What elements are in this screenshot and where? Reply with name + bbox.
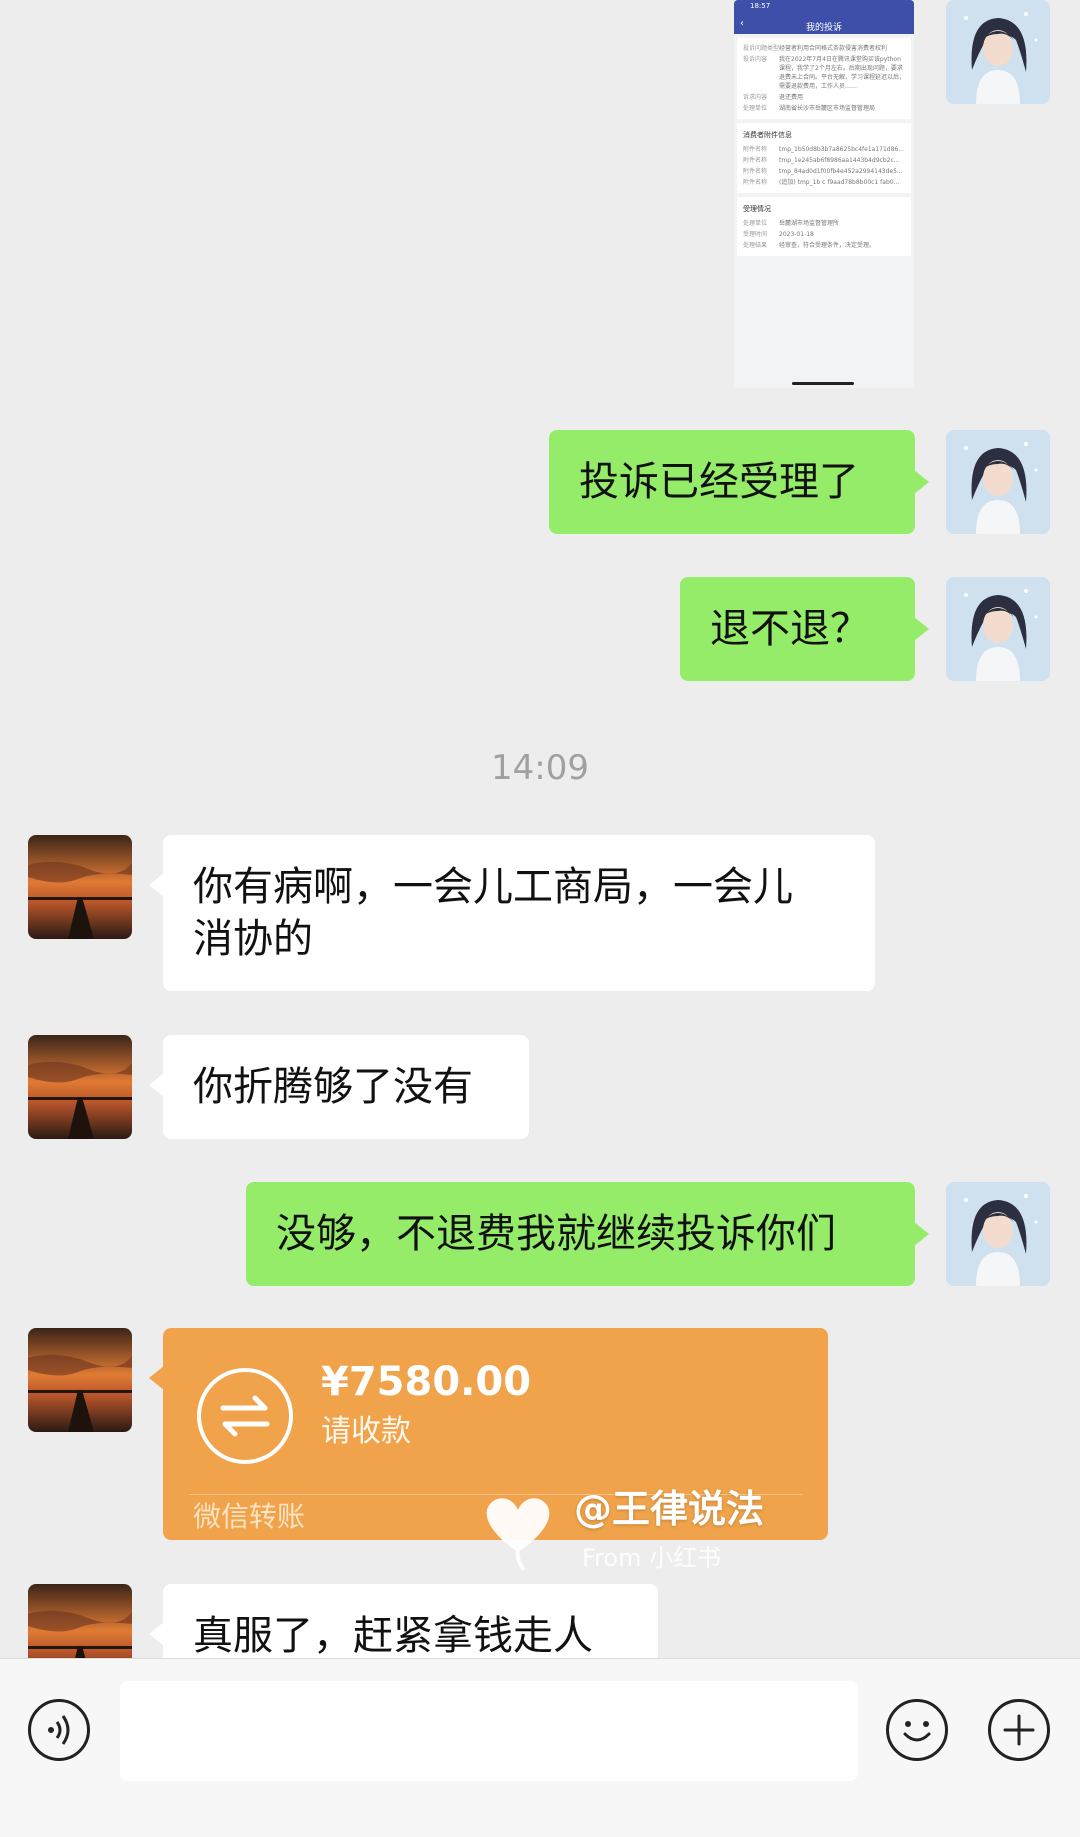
- screenshot-value: tmp_84ad0d1f00fb4e452a2994143de5...: [779, 168, 903, 175]
- screenshot-label: 附件名称: [743, 179, 768, 186]
- screenshot-status-time: 18:57: [750, 2, 771, 10]
- my-avatar[interactable]: [946, 430, 1050, 534]
- screenshot-value: tmp_1e245ab6f8986aa1443b4d9cb2c...: [779, 157, 900, 164]
- plus-button[interactable]: [988, 1699, 1050, 1761]
- message-bubble-them[interactable]: 你有病啊，一会儿工商局，一会儿 消协的: [149, 835, 875, 991]
- screenshot-value: 经营者利用合同格式条款侵害消费者权利: [779, 45, 888, 52]
- message-bubble-them[interactable]: 你折腾够了没有: [149, 1035, 529, 1139]
- voice-button[interactable]: [28, 1699, 90, 1761]
- transfer-subtitle: 请收款: [321, 1414, 411, 1449]
- my-avatar[interactable]: [946, 0, 1050, 104]
- message-bubble-me[interactable]: 投诉已经受理了: [549, 430, 929, 534]
- screenshot-card-complaint: 投诉问题类型 经营者利用合同格式条款侵害消费者权利 投诉内容 我在2022年7月4日…: [737, 38, 911, 119]
- xiaohongshu-logo-icon: [486, 1498, 550, 1572]
- screenshot-header: 18:57 ‹ 我的投诉: [734, 0, 914, 34]
- message-text: 退不退？: [710, 606, 870, 652]
- screenshot-label: 受理时间: [743, 231, 768, 238]
- message-text-line: 消协的: [193, 916, 313, 962]
- message-text: 没够，不退费我就继续投诉你们: [276, 1211, 836, 1257]
- contact-avatar[interactable]: [28, 835, 132, 939]
- input-bar: [0, 1658, 1080, 1837]
- transfer-icon: [197, 1368, 293, 1464]
- girl-avatar-icon: [946, 1182, 1050, 1286]
- watermark-name: @王律说法: [574, 1487, 765, 1531]
- screenshot-label: 处理单位: [743, 105, 768, 112]
- contact-avatar[interactable]: [28, 1328, 132, 1432]
- watermark: @王律说法 From 小红书: [478, 1478, 808, 1582]
- screenshot-value: 湖南省长沙市岳麓区市场监督管理局: [779, 105, 876, 112]
- girl-avatar-icon: [946, 0, 1050, 104]
- message-input[interactable]: [120, 1681, 858, 1781]
- screenshot-title: 我的投诉: [805, 23, 842, 33]
- screenshot-value: 岳麓湖市场监督管理所: [779, 220, 840, 227]
- screenshot-section-title: 消费者附件信息: [743, 131, 792, 139]
- complaint-screenshot-image[interactable]: 18:57 ‹ 我的投诉 投诉问题类型 经营者利用合同格式条款侵害消费者权利 投诉…: [734, 0, 914, 388]
- message-text-line: 你有病啊，一会儿工商局，一会儿: [193, 864, 793, 910]
- my-avatar[interactable]: [946, 577, 1050, 681]
- emoji-icon: [903, 1721, 931, 1742]
- emoji-button[interactable]: [886, 1699, 948, 1761]
- my-avatar[interactable]: [946, 1182, 1050, 1286]
- screenshot-label: 处理结果: [743, 242, 768, 249]
- girl-avatar-icon: [946, 430, 1050, 534]
- contact-avatar[interactable]: [28, 1035, 132, 1139]
- screenshot-section-title: 受理情况: [743, 205, 771, 213]
- screenshot-value: tmp_1b50d8b3b7a8625bc4fe1a171d86...: [779, 146, 904, 153]
- screenshot-label: 投诉内容: [743, 56, 768, 63]
- sunset-avatar-icon: [28, 1035, 132, 1139]
- contact-avatar[interactable]: [28, 1584, 132, 1658]
- sunset-avatar-icon: [28, 835, 132, 939]
- plus-icon: [1003, 1714, 1035, 1746]
- screenshot-label: 附件名称: [743, 146, 768, 153]
- girl-avatar-icon: [946, 577, 1050, 681]
- message-text: 你折腾够了没有: [193, 1064, 473, 1110]
- sunset-avatar-icon: [28, 1328, 132, 1432]
- transfer-label: 微信转账: [193, 1500, 306, 1533]
- chat-timestamp: 14:09: [491, 748, 589, 788]
- home-indicator: [792, 382, 854, 385]
- screenshot-card-handling: 受理情况 处理单位 岳麓湖市场监督管理所 受理时间 2023-01-18 处理结果 经…: [737, 197, 911, 256]
- screenshot-value: 退还费用: [779, 94, 804, 101]
- screenshot-value: 我在2022年7月4日在腾讯课堂购买该python课程，我学了2个月左右。后期出…: [779, 56, 906, 90]
- screenshot-value: 2023-01-18: [779, 231, 814, 238]
- screenshot-label: 附件名称: [743, 157, 768, 164]
- message-text: 投诉已经受理了: [579, 459, 859, 505]
- transfer-amount: ¥7580.00: [321, 1359, 532, 1405]
- voice-icon: [48, 1715, 70, 1745]
- screenshot-label: 附件名称: [743, 168, 768, 175]
- screenshot-label: 投诉问题类型: [743, 45, 780, 52]
- screenshot-card-attachments: 消费者附件信息 附件名称 tmp_1b50d8b3b7a8625bc4fe1a17…: [737, 123, 911, 193]
- screenshot-value: (追加) tmp_1b c f9aad78b8b00c1 fab0...: [779, 179, 900, 186]
- message-text: 真服了，赶紧拿钱走人: [193, 1613, 593, 1659]
- screenshot-value: 经审查，符合受理条件，决定受理。: [779, 242, 876, 249]
- message-bubble-me[interactable]: 没够，不退费我就继续投诉你们: [246, 1182, 929, 1286]
- screenshot-label: 诉求内容: [743, 94, 768, 101]
- watermark-source: From 小红书: [582, 1544, 722, 1572]
- message-bubble-me[interactable]: 退不退？: [680, 577, 929, 681]
- sunset-avatar-icon: [28, 1584, 132, 1658]
- screenshot-label: 处理单位: [743, 220, 768, 227]
